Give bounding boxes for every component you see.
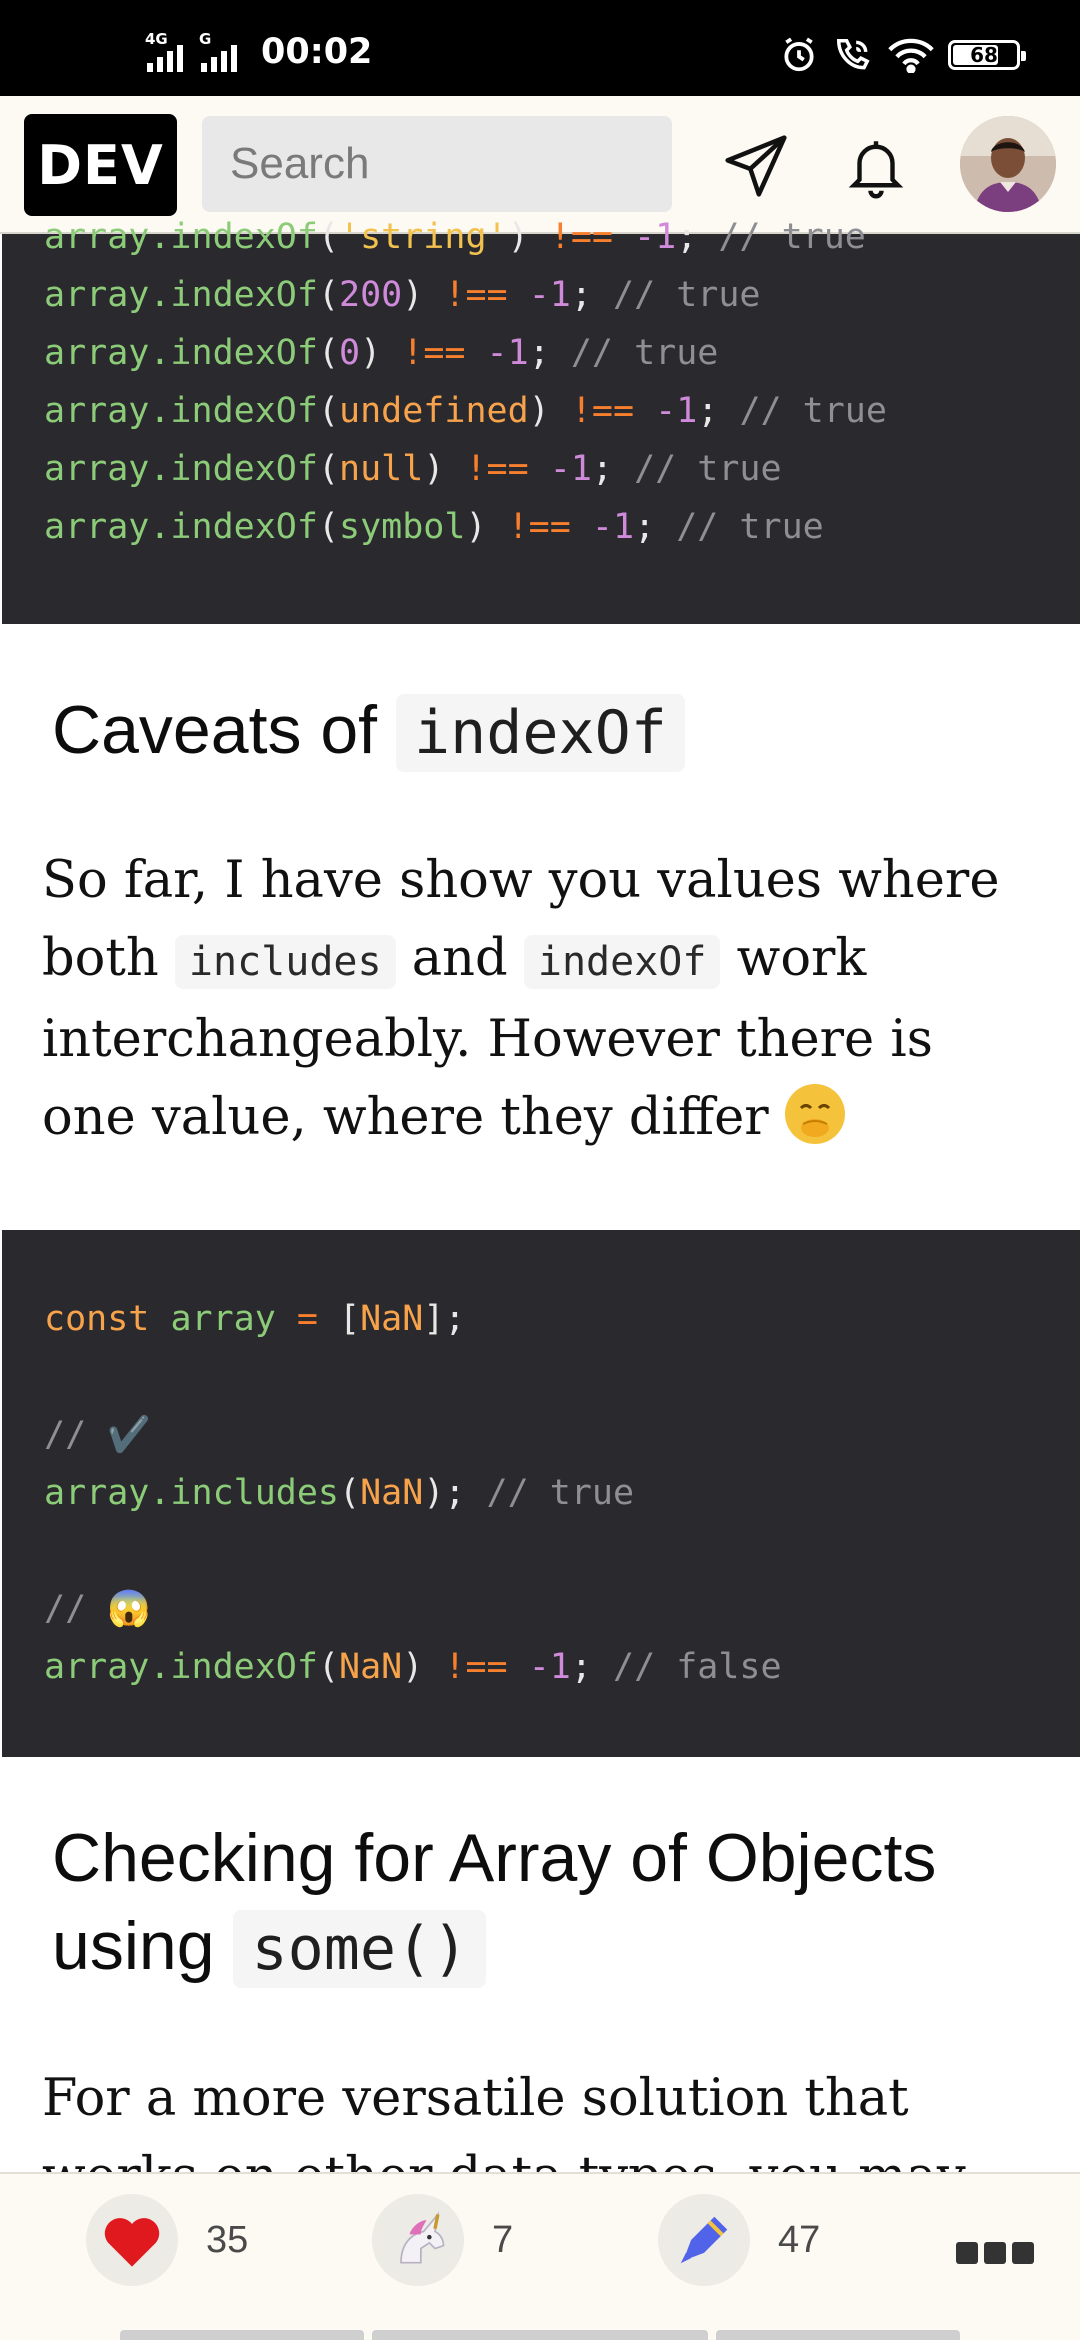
code-line: array.indexOf(200) !== -1; // true: [44, 275, 761, 315]
code-line: array.includes(NaN); // true: [44, 1473, 635, 1513]
heart-icon: [86, 2194, 178, 2286]
para-line: For a more versatile solution that: [42, 2069, 909, 2128]
saved-count: 47: [778, 2218, 821, 2261]
search-input[interactable]: [202, 116, 672, 212]
code-line: array.indexOf(undefined) !== -1; // true: [44, 391, 887, 431]
heart-count: 35: [206, 2218, 249, 2261]
battery-icon: 68: [948, 40, 1026, 70]
code-line: array.indexOf(symbol) !== -1; // true: [44, 507, 824, 547]
nav-indicator: [120, 2330, 364, 2340]
heading-caveats: Caveats of indexOf: [52, 686, 685, 777]
saved-icon: [658, 2194, 750, 2286]
unicorn-count: 7: [492, 2218, 514, 2261]
save-reaction-button[interactable]: 47: [658, 2194, 820, 2286]
signal-bars-icon: [201, 45, 237, 72]
paragraph-1: So far, I have show you values where bot…: [42, 842, 1042, 1157]
bell-icon: [848, 141, 904, 199]
inline-code-includes: includes: [174, 935, 396, 989]
code-comment: // 😱: [44, 1589, 151, 1629]
nav-indicator: [716, 2330, 960, 2340]
unicorn-icon: [372, 2194, 464, 2286]
code-comment: // ✔️: [44, 1415, 151, 1455]
battery-level: 68: [970, 43, 998, 67]
heading-line-2: using some(): [52, 1902, 936, 1993]
status-right: 68: [780, 36, 1026, 74]
unicorn-reaction-button[interactable]: 7: [372, 2194, 513, 2286]
avatar-image: [960, 116, 1056, 212]
wifi-calling-icon: [837, 39, 870, 70]
nav-indicator: [372, 2330, 708, 2340]
inline-code: indexOf: [395, 694, 685, 772]
status-left: 4G G 00:02: [145, 30, 372, 72]
inline-code-some: some(): [233, 1910, 487, 1988]
wifi-icon: [888, 38, 934, 73]
para-text: and: [395, 929, 524, 988]
signal-g: G: [199, 30, 245, 72]
reaction-bar: 35 7 47: [0, 2172, 1080, 2340]
code-line: const array = [NaN];: [44, 1299, 466, 1339]
dev-logo[interactable]: DEV: [24, 114, 177, 216]
heading-text: Caveats of: [52, 692, 396, 768]
code-line: array.indexOf(null) !== -1; // true: [44, 449, 782, 489]
heart-reaction-button[interactable]: 35: [86, 2194, 248, 2286]
signal-4g: 4G: [145, 30, 191, 72]
send-button[interactable]: [716, 126, 796, 206]
heading-array-of-objects: Checking for Array of Objects using some…: [52, 1814, 936, 1993]
code-line: array.indexOf('string') !== -1; // true: [44, 217, 866, 257]
face-with-hand-over-mouth-icon: [784, 1084, 845, 1144]
code-block-2: const array = [NaN]; // ✔️ array.include…: [2, 1230, 1080, 1757]
signal-bars-icon: [147, 45, 183, 72]
alarm-icon: [784, 37, 814, 72]
clock: 00:02: [261, 32, 373, 72]
send-icon: [725, 135, 787, 197]
status-bar: 4G G 00:02 68: [0, 0, 1080, 96]
more-options-icon[interactable]: [956, 2242, 1034, 2264]
notifications-button[interactable]: [836, 126, 916, 206]
avatar[interactable]: [960, 116, 1056, 212]
code-line: array.indexOf(0) !== -1; // true: [44, 333, 719, 373]
heading-line-1: Checking for Array of Objects: [52, 1820, 937, 1896]
code-block-1: array.indexOf('string') !== -1; // true a…: [2, 217, 1080, 624]
code-line: array.indexOf(NaN) !== -1; // false: [44, 1647, 782, 1687]
inline-code-indexof: indexOf: [523, 935, 721, 989]
